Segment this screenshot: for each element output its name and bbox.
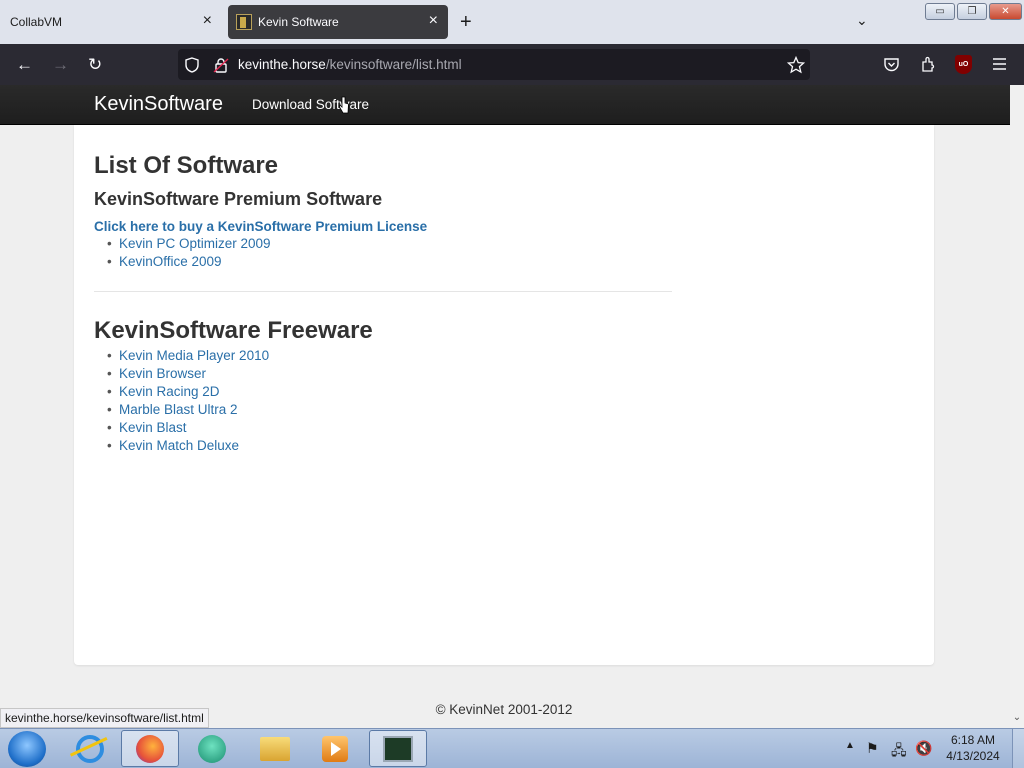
tab-strip: CollabVM × Kevin Software × + ⌄ ▭ ❐ ✕ [0,0,1024,44]
page-scrollbar[interactable] [1010,85,1024,728]
pocket-icon[interactable] [883,56,900,73]
list-item[interactable]: Kevin Browser [107,365,269,383]
maximize-button[interactable]: ❐ [957,3,987,20]
reload-icon[interactable]: ↻ [88,56,102,73]
ublock-icon[interactable]: uO [955,55,972,74]
firefox-icon [136,734,164,763]
divider [94,291,672,292]
close-icon[interactable]: × [203,13,212,29]
list-item[interactable]: Kevin Match Deluxe [107,437,269,455]
taskbar-monitor[interactable] [369,730,427,767]
folder-icon [260,736,290,761]
star-icon[interactable] [787,56,805,74]
url-path: /kevinsoftware/list.html [325,57,462,72]
clock[interactable]: 6:18 AM 4/13/2024 [940,732,1006,764]
extensions-icon[interactable] [920,56,937,73]
tab-collabvm[interactable]: CollabVM × [0,5,222,39]
media-player-icon [322,735,348,762]
scroll-down-arrow-icon[interactable]: ⌄ [1010,712,1024,726]
tab-kevin-software[interactable]: Kevin Software × [228,5,448,39]
clock-date: 4/13/2024 [946,749,1000,763]
status-bar: kevinthe.horse/kevinsoftware/list.html [0,708,209,728]
navigation-bar: ← → ↻ kevinthe.horse/kevinsoftware/list.… [0,44,1024,85]
content-panel: List Of Software KevinSoftware Premium S… [74,125,934,665]
site-brand[interactable]: KevinSoftware [94,93,223,116]
network-icon[interactable]: 🖧 [891,740,907,764]
url-host: kevinthe.horse [238,57,326,72]
back-icon[interactable]: ← [16,56,33,73]
tab-title: Kevin Software [258,15,339,29]
clock-time: 6:18 AM [950,733,996,747]
action-center-flag-icon[interactable]: ⚑ [866,740,879,757]
taskbar-firefox[interactable] [121,730,179,767]
close-icon[interactable]: × [429,13,438,29]
premium-heading: KevinSoftware Premium Software [94,189,383,209]
taskbar-internet-explorer[interactable] [61,730,119,767]
site-navbar: KevinSoftware Download Software [0,85,1010,125]
tray-expand-icon[interactable]: ▲ [845,740,855,751]
url-bar[interactable]: kevinthe.horse/kevinsoftware/list.html [178,49,810,80]
premium-license-link[interactable]: Click here to buy a KevinSoftware Premiu… [94,219,427,234]
show-desktop-button[interactable] [1012,729,1024,768]
shield-icon[interactable] [184,57,200,73]
freeware-heading: KevinSoftware Freeware [94,317,373,344]
favicon-icon [236,14,252,30]
freeware-list: Kevin Media Player 2010 Kevin Browser Ke… [107,347,269,455]
list-item[interactable]: Kevin PC Optimizer 2009 [107,235,271,253]
url-text[interactable]: kevinthe.horse/kevinsoftware/list.html [238,57,462,72]
list-item[interactable]: Kevin Blast [107,419,269,437]
chat-icon [198,734,226,763]
hand-cursor-icon [339,96,349,114]
lock-icon[interactable] [213,57,229,73]
internet-explorer-icon [76,734,104,763]
list-item[interactable]: KevinOffice 2009 [107,253,271,271]
taskbar-file-explorer[interactable] [246,730,304,767]
page-title: List Of Software [94,152,279,179]
menu-icon[interactable] [992,57,1007,72]
list-item[interactable]: Kevin Media Player 2010 [107,347,269,365]
start-button[interactable] [8,731,46,767]
list-item[interactable]: Marble Blast Ultra 2 [107,401,269,419]
list-item[interactable]: Kevin Racing 2D [107,383,269,401]
new-tab-icon[interactable]: + [460,12,472,32]
taskbar-chat[interactable] [183,730,241,767]
taskbar-media-player[interactable] [306,730,364,767]
window-close-button[interactable]: ✕ [989,3,1022,20]
forward-icon[interactable]: → [52,56,69,73]
download-software-link[interactable]: Download Software [252,97,369,112]
tab-list-icon[interactable]: ⌄ [856,12,868,29]
monitor-icon [383,735,413,762]
premium-list: Kevin PC Optimizer 2009 KevinOffice 2009 [107,235,271,271]
volume-muted-icon[interactable]: 🔇 [915,740,932,757]
tab-title: CollabVM [10,15,63,29]
minimize-button[interactable]: ▭ [925,3,955,20]
